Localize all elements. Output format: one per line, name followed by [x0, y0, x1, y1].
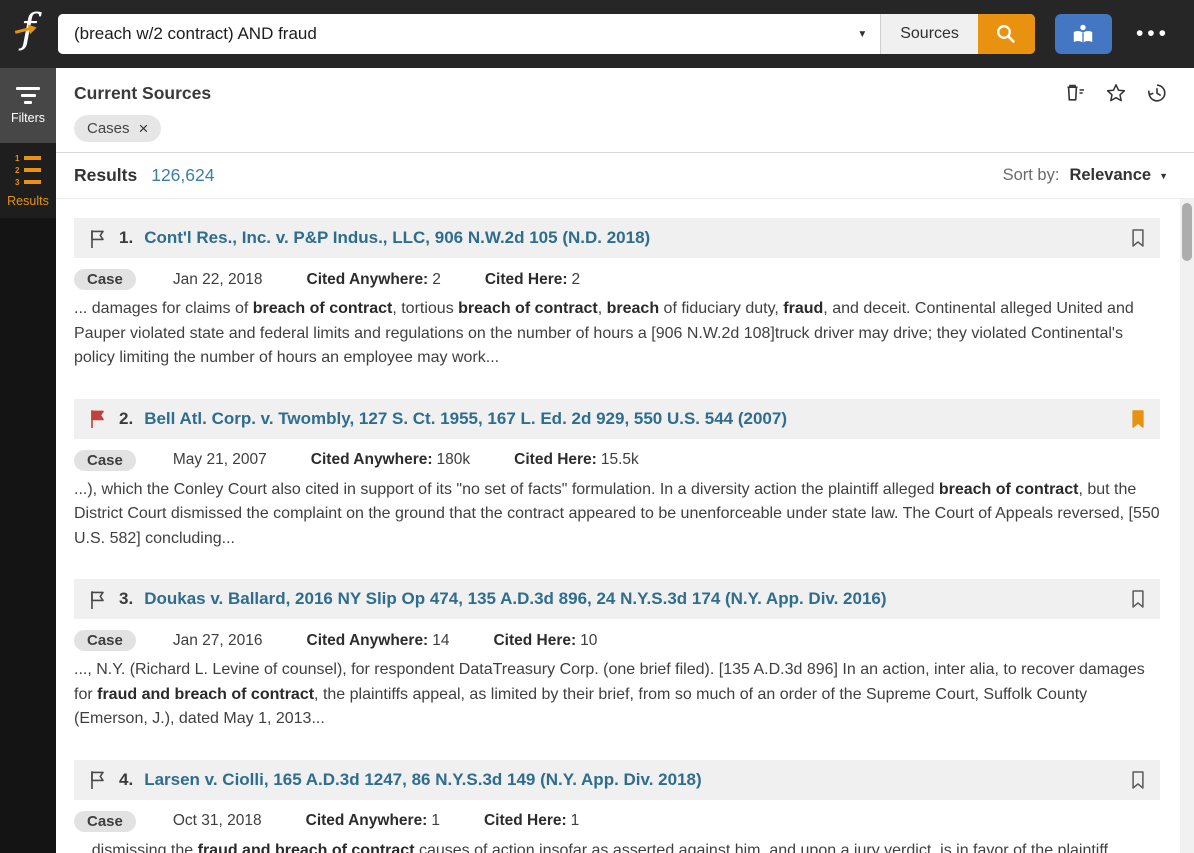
sort-by-label: Sort by: [1002, 166, 1060, 184]
clear-list-icon[interactable] [1064, 82, 1086, 104]
result-header-row: 1. Cont'l Res., Inc. v. P&P Indus., LLC,… [74, 218, 1160, 258]
numbered-list-icon: 1 2 3 [15, 154, 41, 187]
bookmark-icon[interactable] [1120, 409, 1146, 429]
result-header-row: 4. Larsen v. Ciolli, 165 A.D.3d 1247, 86… [74, 759, 1160, 800]
result-header-row: 3. Doukas v. Ballard, 2016 NY Slip Op 47… [74, 579, 1160, 619]
bookmark-icon[interactable] [1120, 228, 1146, 248]
result-card: 3. Doukas v. Ballard, 2016 NY Slip Op 47… [74, 579, 1160, 732]
sidebar-item-filters[interactable]: Filters [0, 68, 56, 143]
search-dropdown-caret-icon[interactable]: ▼ [857, 29, 867, 40]
fastcase-logo[interactable]: f [0, 0, 58, 68]
results-count: 126,624 [151, 165, 215, 185]
sort-value: Relevance [1069, 166, 1152, 184]
case-type-badge: Case [74, 810, 136, 832]
result-meta-row: Case Oct 31, 2018 Cited Anywhere: 1 Cited… [74, 810, 1160, 832]
result-date: Jan 22, 2018 [172, 270, 263, 288]
left-sidebar: Filters 1 2 3 Results [0, 68, 56, 853]
result-snippet: ... damages for claims of breach of cont… [74, 300, 1134, 366]
chip-close-icon[interactable]: × [139, 120, 149, 137]
history-icon[interactable] [1146, 82, 1168, 104]
current-sources-title: Current Sources [74, 82, 212, 103]
result-card: 1. Cont'l Res., Inc. v. P&P Indus., LLC,… [74, 218, 1160, 371]
result-card: 2. Bell Atl. Corp. v. Twombly, 127 S. Ct… [74, 398, 1160, 552]
search-button[interactable] [977, 14, 1035, 54]
result-title-link[interactable]: Bell Atl. Corp. v. Twombly, 127 S. Ct. 1… [144, 409, 787, 429]
filter-icon [16, 86, 40, 104]
case-type-badge: Case [74, 630, 136, 651]
bookmark-icon[interactable] [1120, 770, 1146, 790]
cited-here: Cited Here: 2 [484, 270, 581, 288]
search-icon [994, 22, 1018, 46]
results-bar: Results 126,624 Sort by: Relevance ▼ [56, 153, 1194, 199]
flag-icon[interactable] [88, 769, 107, 790]
search-box: ▼ [58, 14, 881, 54]
result-snippet: ...), which the Conley Court also cited … [74, 480, 1160, 547]
result-title-link[interactable]: Doukas v. Ballard, 2016 NY Slip Op 474, … [144, 589, 886, 609]
result-meta-row: Case Jan 27, 2016 Cited Anywhere: 14 Cite… [74, 630, 1160, 651]
sources-button[interactable]: Sources [880, 14, 978, 54]
results-label: Results [7, 193, 49, 208]
result-date: Oct 31, 2018 [172, 812, 262, 829]
case-type-badge: Case [74, 269, 136, 290]
result-date: May 21, 2007 [172, 451, 267, 468]
flag-icon[interactable] [88, 228, 107, 249]
result-card: 4. Larsen v. Ciolli, 165 A.D.3d 1247, 86… [74, 759, 1160, 853]
source-chip-cases[interactable]: Cases × [74, 115, 162, 142]
sort-dropdown[interactable]: Sort by: Relevance ▼ [1003, 166, 1168, 185]
results-list: 1. Cont'l Res., Inc. v. P&P Indus., LLC,… [56, 199, 1194, 853]
flag-icon[interactable] [88, 408, 107, 429]
result-snippet: ... dismissing the fraud and breach of c… [74, 841, 1122, 853]
cited-anywhere: Cited Anywhere: 14 [306, 631, 450, 649]
cited-anywhere: Cited Anywhere: 2 [306, 270, 441, 288]
cited-anywhere: Cited Anywhere: 1 [305, 812, 440, 829]
result-number: 4. [119, 769, 134, 789]
result-meta-row: Case May 21, 2007 Cited Anywhere: 180k Ci… [74, 449, 1160, 471]
library-button[interactable] [1054, 14, 1112, 54]
result-number: 1. [119, 228, 134, 247]
filters-label: Filters [10, 110, 46, 125]
result-snippet: ..., N.Y. (Richard L. Levine of counsel)… [74, 661, 1145, 727]
result-header-row: 2. Bell Atl. Corp. v. Twombly, 127 S. Ct… [74, 398, 1160, 439]
result-title-link[interactable]: Cont'l Res., Inc. v. P&P Indus., LLC, 90… [144, 228, 650, 248]
chip-label: Cases [87, 120, 130, 137]
result-date: Jan 27, 2016 [172, 631, 263, 649]
main-panel: Current Sources Cases × Results 126,624 … [56, 68, 1194, 853]
result-title-link[interactable]: Larsen v. Ciolli, 165 A.D.3d 1247, 86 N.… [144, 770, 701, 790]
current-sources-section: Current Sources Cases × [56, 68, 1194, 153]
overflow-menu-button[interactable]: ••• [1136, 22, 1170, 46]
cited-here: Cited Here: 10 [493, 631, 598, 649]
result-number: 3. [119, 589, 134, 608]
case-type-badge: Case [74, 449, 136, 471]
results-heading: Results [74, 165, 138, 185]
search-pill: ▼ Sources [58, 14, 1035, 54]
result-number: 2. [119, 408, 134, 428]
cited-here: Cited Here: 1 [483, 812, 580, 829]
scrollbar-track[interactable] [1180, 199, 1194, 853]
favorite-star-icon[interactable] [1105, 82, 1127, 104]
cited-anywhere: Cited Anywhere: 180k [310, 451, 471, 468]
bookmark-icon[interactable] [1120, 589, 1146, 609]
result-meta-row: Case Jan 22, 2018 Cited Anywhere: 2 Cited… [74, 269, 1160, 290]
sort-caret-icon: ▼ [1159, 170, 1168, 181]
flag-icon[interactable] [88, 589, 107, 610]
cited-here: Cited Here: 15.5k [514, 451, 639, 468]
reader-book-icon [1070, 21, 1096, 47]
scrollbar-thumb[interactable] [1182, 203, 1192, 261]
sidebar-item-results[interactable]: 1 2 3 Results [0, 143, 56, 218]
app-body: Filters 1 2 3 Results Current Sources Ca… [0, 68, 1194, 853]
search-input[interactable] [58, 14, 881, 54]
top-bar: f ▼ Sources ••• [0, 0, 1194, 68]
